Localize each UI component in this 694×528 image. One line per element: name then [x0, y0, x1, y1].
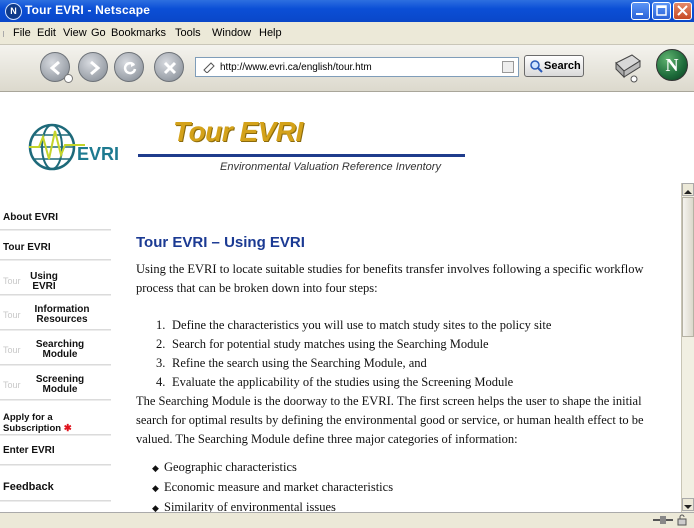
list-item: ◆ Geographic characteristics	[152, 460, 297, 474]
scroll-up-button[interactable]	[682, 183, 694, 196]
title-rule	[138, 154, 465, 157]
sidebar-item-tour-evri[interactable]: Tour EVRI	[0, 238, 111, 261]
sidebar-item-label: Information Resources	[34, 304, 90, 325]
netscape-logo-icon[interactable]: N	[656, 49, 688, 81]
sidebar-item-label: Tour EVRI	[3, 242, 51, 253]
evri-logo[interactable]: EVRI	[25, 117, 125, 187]
sidebar-item-apply-subscription[interactable]: Apply for a Subscription ✱	[0, 406, 111, 436]
sidebar-separator	[0, 364, 111, 366]
sidebar-item-label: Screening Module	[35, 374, 85, 395]
information-categories-list: ◆ Geographic characteristics ◆ Economic me…	[152, 458, 393, 512]
close-button[interactable]	[673, 2, 692, 20]
navigation-toolbar: Search N	[0, 45, 694, 92]
sidebar-item-ghost: Tour	[3, 380, 21, 390]
menu-help[interactable]: Help	[259, 27, 282, 39]
forward-arrow-icon	[90, 60, 101, 76]
search-button-label: Search	[544, 60, 581, 72]
vertical-scrollbar[interactable]	[681, 183, 694, 512]
sidebar-separator	[0, 329, 111, 331]
list-item: 1. Define the characteristics you will us…	[156, 318, 552, 332]
search-button[interactable]: Search	[524, 55, 584, 77]
sidebar-item-enter-evri[interactable]: Enter EVRI	[0, 442, 111, 466]
status-bar	[0, 512, 694, 528]
page-content: EVRI Tour EVRI Environmental Valuation R…	[0, 92, 681, 512]
sidebar-item-label: Enter EVRI	[3, 445, 55, 456]
page-icon	[203, 62, 215, 73]
menu-view[interactable]: View	[63, 27, 87, 39]
forward-button[interactable]	[78, 52, 108, 82]
print-icon[interactable]	[610, 49, 644, 83]
sidebar-item-label: Using EVRI	[30, 271, 58, 292]
sidebar-item-label: Feedback	[3, 481, 54, 493]
menu-tools[interactable]: Tools	[175, 27, 201, 39]
intro-paragraph: Using the EVRI to locate suitable studie…	[136, 262, 644, 295]
security-lock-icon[interactable]	[676, 514, 688, 526]
stop-button[interactable]	[154, 52, 184, 82]
url-dropdown-icon[interactable]	[502, 61, 514, 73]
page-title: Tour EVRI	[173, 116, 303, 147]
sidebar-item-ghost: Tour	[3, 310, 21, 320]
menu-window[interactable]: Window	[212, 27, 251, 39]
svg-text:EVRI: EVRI	[77, 144, 119, 164]
sidebar-item-label: Searching Module	[35, 339, 85, 360]
window-title: Tour EVRI - Netscape	[25, 3, 151, 17]
workflow-steps-list: 1. Define the characteristics you will us…	[136, 316, 551, 392]
minimize-button[interactable]	[631, 2, 650, 20]
sidebar-separator	[0, 399, 111, 401]
list-item: 2. Search for potential study matches usi…	[156, 337, 489, 351]
scrollbar-thumb[interactable]	[682, 197, 694, 337]
stop-icon	[163, 61, 177, 75]
sidebar-separator	[0, 464, 111, 466]
menu-bookmarks[interactable]: Bookmarks	[111, 27, 166, 39]
sidebar-item-feedback[interactable]: Feedback	[0, 476, 111, 502]
sidebar-separator	[0, 229, 111, 231]
sidebar-item-information-resources[interactable]: Tour Information Resources	[0, 300, 111, 331]
url-bar[interactable]	[195, 57, 519, 77]
back-arrow-icon	[49, 60, 60, 76]
section-heading: Tour EVRI – Using EVRI	[136, 234, 305, 251]
sidebar-separator	[0, 259, 111, 261]
list-item: 4. Evaluate the applicability of the stud…	[156, 375, 514, 389]
page-subtitle: Environmental Valuation Reference Invent…	[220, 161, 441, 173]
sidebar-item-using-evri[interactable]: Tour Using EVRI	[0, 268, 111, 296]
sidebar-item-searching-module[interactable]: Tour Searching Module	[0, 335, 111, 366]
sidebar-item-screening-module[interactable]: Tour Screening Module	[0, 370, 111, 401]
reload-button[interactable]	[114, 52, 144, 82]
sidebar-separator	[0, 500, 111, 502]
connection-status-icon	[653, 516, 673, 524]
maximize-button[interactable]	[652, 2, 671, 20]
url-input[interactable]	[220, 60, 490, 74]
netscape-app-icon: N	[5, 3, 22, 20]
sidebar-item-label: About EVRI	[3, 212, 58, 223]
menubar-grip	[3, 31, 10, 37]
menu-edit[interactable]: Edit	[37, 27, 56, 39]
sidebar-separator	[0, 434, 111, 436]
sidebar-item-ghost: Tour	[3, 345, 21, 355]
list-item: ◆ Economic measure and market characteris…	[152, 480, 394, 494]
back-button[interactable]	[40, 52, 73, 83]
menu-bar: File Edit View Go Bookmarks Tools Window…	[0, 22, 694, 45]
searching-module-paragraph: The Searching Module is the doorway to t…	[136, 394, 644, 446]
sidebar-separator	[0, 294, 111, 296]
reload-icon	[123, 61, 137, 75]
sidebar-item-ghost: Tour	[3, 276, 21, 286]
menu-file[interactable]: File	[13, 27, 31, 39]
menu-go[interactable]: Go	[91, 27, 106, 39]
scroll-down-button[interactable]	[682, 498, 694, 511]
list-item: 3. Refine the search using the Searching …	[156, 356, 427, 370]
sidebar-item-about-evri[interactable]: About EVRI	[0, 208, 111, 231]
sidebar-item-label: Apply for a Subscription ✱	[3, 412, 72, 434]
required-asterisk-icon: ✱	[63, 423, 72, 434]
search-magnifier-icon	[530, 60, 543, 73]
window-titlebar: N Tour EVRI - Netscape	[0, 0, 694, 22]
back-dropdown-icon[interactable]	[64, 74, 73, 83]
list-item: ◆ Similarity of environmental issues	[152, 500, 336, 512]
